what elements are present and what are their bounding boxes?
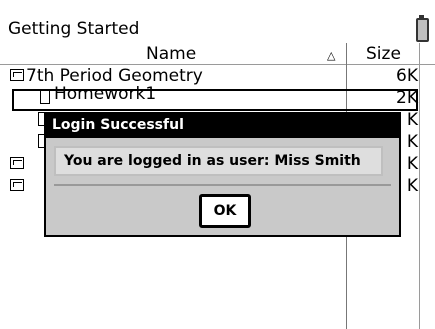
header-divider — [0, 64, 435, 65]
sort-indicator-icon[interactable]: △ — [327, 49, 335, 62]
file-size: K — [406, 132, 418, 152]
file-size: 6K — [396, 66, 418, 86]
login-success-dialog: Login Successful You are logged in as us… — [44, 112, 401, 237]
dialog-message: You are logged in as user: Miss Smith — [64, 153, 361, 169]
file-size: 2K — [396, 88, 418, 108]
page-title: Getting Started — [8, 19, 140, 39]
battery-icon — [416, 15, 429, 42]
folder-icon — [10, 69, 24, 81]
file-size: K — [406, 110, 418, 130]
ok-button[interactable]: OK — [199, 194, 251, 228]
column-size-header[interactable]: Size — [366, 44, 401, 64]
file-row-selected[interactable]: Homework1 2K — [0, 84, 420, 111]
file-browser-screen: Getting Started Name △ Size 7th Period G… — [0, 0, 435, 329]
column-name-header[interactable]: Name — [146, 44, 196, 64]
file-size: K — [406, 154, 418, 174]
dialog-title: Login Successful — [52, 117, 184, 133]
folder-icon — [10, 157, 24, 169]
file-name: Homework1 — [54, 84, 157, 104]
dialog-message-box: You are logged in as user: Miss Smith — [54, 146, 383, 176]
document-icon — [40, 90, 50, 104]
dialog-title-bar: Login Successful — [46, 114, 399, 138]
dialog-separator — [54, 184, 391, 186]
folder-icon — [10, 179, 24, 191]
column-header: Name △ Size — [0, 43, 435, 65]
title-bar: Getting Started — [2, 15, 433, 42]
file-name: 7th Period Geometry — [26, 66, 203, 86]
file-size: K — [406, 176, 418, 196]
